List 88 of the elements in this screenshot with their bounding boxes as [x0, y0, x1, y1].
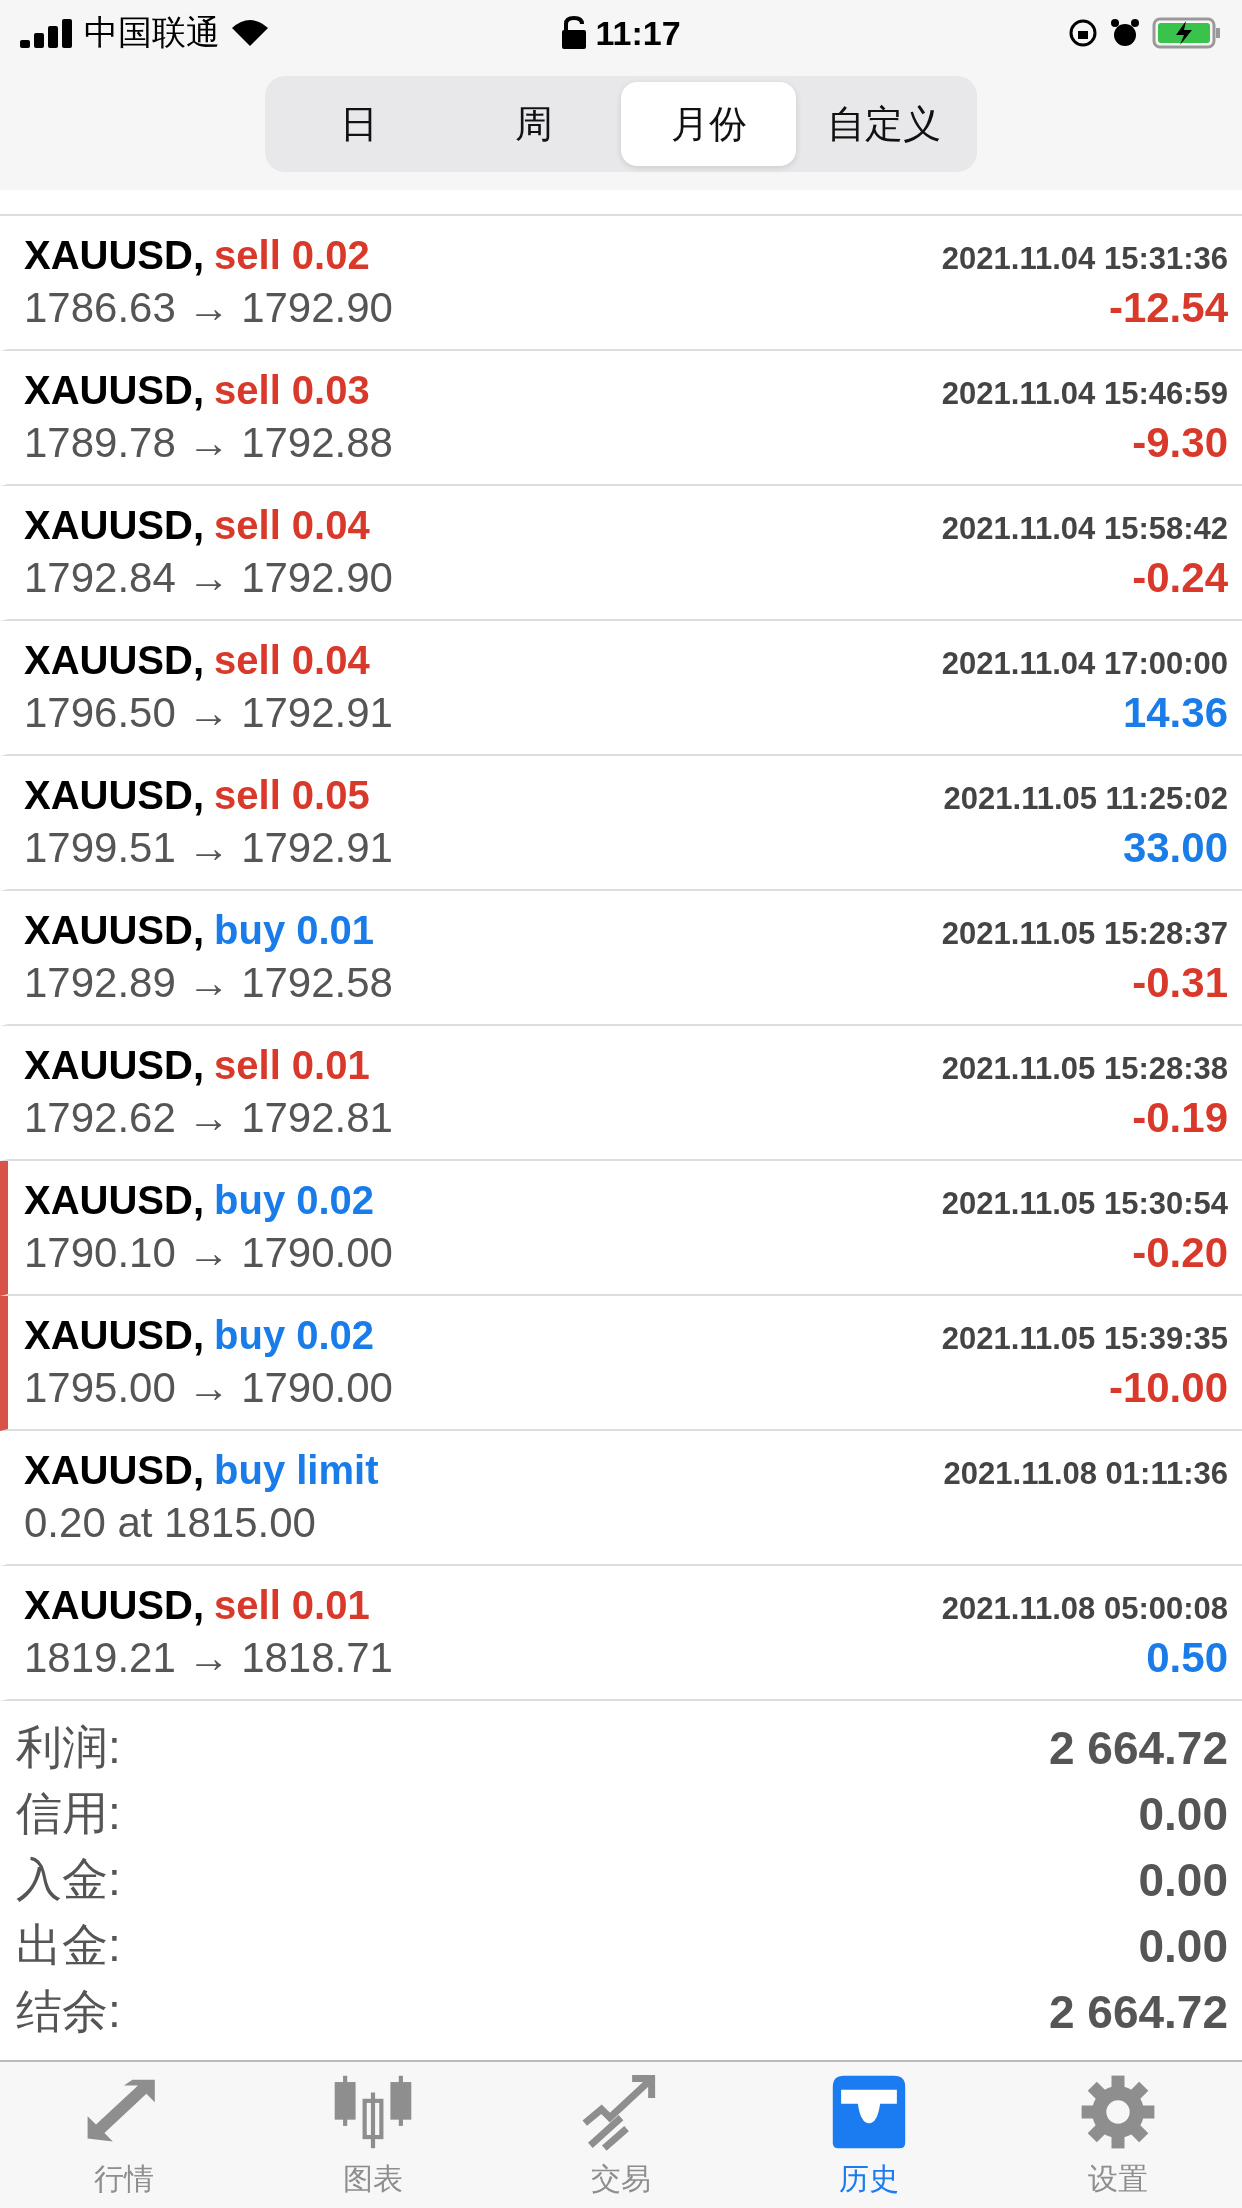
symbol-label: XAUUSD,	[24, 1583, 205, 1627]
deal-row[interactable]: XAUUSD, buy 0.01 2021.11.05 15:28:37 1792.89 → 1792.58 -0.31	[0, 891, 1242, 1026]
symbol-label: XAUUSD,	[24, 503, 205, 547]
battery-icon	[1152, 17, 1222, 49]
deal-time: 2021.11.05 15:28:37	[941, 916, 1228, 952]
deal-time: 2021.11.05 15:39:35	[941, 1321, 1228, 1357]
symbol-label: XAUUSD,	[24, 773, 205, 817]
profit-value: -0.19	[1132, 1094, 1228, 1142]
wifi-icon	[230, 18, 270, 48]
order-type: sell 0.03	[214, 368, 370, 412]
deal-time: 2021.11.05 15:28:38	[941, 1051, 1228, 1087]
price-label: 1796.50 → 1792.91	[24, 689, 393, 737]
profit-value: -10.00	[1108, 1364, 1228, 1412]
order-type: sell 0.02	[214, 233, 370, 277]
order-type: sell 0.01	[214, 1583, 370, 1627]
symbol-label: XAUUSD,	[24, 368, 205, 412]
symbol-label: XAUUSD,	[24, 1448, 205, 1492]
order-type: sell 0.01	[214, 1043, 370, 1087]
symbol-label: XAUUSD,	[24, 233, 205, 277]
symbol-label: XAUUSD,	[24, 1178, 205, 1222]
deal-row[interactable]: XAUUSD, sell 0.04 2021.11.04 15:58:42 1792.84 → 1792.90 -0.24	[0, 486, 1242, 621]
symbol-label: XAUUSD,	[24, 638, 205, 682]
summary-value: 0.00	[1138, 1919, 1228, 1973]
summary-label: 利润:	[16, 1720, 121, 1775]
profit-value: -0.31	[1132, 959, 1228, 1007]
price-label: 0.20 at 1815.00	[24, 1499, 316, 1547]
order-type: buy 0.02	[214, 1178, 375, 1222]
summary-value: 2 664.72	[1048, 1985, 1228, 2039]
price-label: 1789.78 → 1792.88	[24, 419, 393, 467]
deal-time: 2021.11.08 05:00:08	[941, 1591, 1228, 1627]
summary-label: 结余:	[16, 1984, 121, 2039]
summary-value: 0.00	[1138, 1787, 1228, 1841]
period-tab[interactable]: 日	[271, 82, 446, 166]
price-label: 1799.51 → 1792.91	[24, 824, 393, 872]
deal-row[interactable]: XAUUSD, sell 0.01 2021.11.05 15:28:38 1792.62 → 1792.81 -0.19	[0, 1026, 1242, 1161]
order-type: buy 0.02	[214, 1313, 375, 1357]
deal-time: 2021.11.04 15:58:42	[941, 511, 1228, 547]
order-type: sell 0.04	[214, 638, 370, 682]
order-type: buy limit	[214, 1448, 379, 1492]
price-label: 1792.84 → 1792.90	[24, 554, 393, 602]
deal-row[interactable]: XAUUSD, sell 0.03 2021.11.04 15:46:59 1789.78 → 1792.88 -9.30	[0, 351, 1242, 486]
deal-time: 2021.11.04 15:31:36	[941, 241, 1228, 277]
profit-value: -0.20	[1132, 1229, 1228, 1277]
period-tab[interactable]: 月份	[621, 82, 796, 166]
alarm-icon	[1110, 18, 1140, 48]
deal-time: 2021.11.08 01:11:36	[943, 1456, 1228, 1492]
symbol-label: XAUUSD,	[24, 908, 205, 952]
profit-value: -0.24	[1132, 554, 1228, 602]
signal-icon	[20, 18, 74, 48]
summary-label: 入金:	[16, 1852, 121, 1907]
profit-value: 33.00	[1122, 824, 1228, 872]
deal-time: 2021.11.05 11:25:02	[943, 781, 1228, 817]
order-type: sell 0.05	[214, 773, 370, 817]
symbol-label: XAUUSD,	[24, 1043, 205, 1087]
deal-row[interactable]: XAUUSD, sell 0.05 2021.11.05 11:25:02 1799.51 → 1792.91 33.00	[0, 756, 1242, 891]
profit-value: 14.36	[1122, 689, 1228, 737]
deal-time: 2021.11.04 17:00:00	[941, 646, 1228, 682]
deal-row[interactable]: XAUUSD, buy limit 2021.11.08 01:11:36 0.20 at 1815.00	[0, 1431, 1242, 1566]
clock-time: 11:17	[595, 13, 681, 53]
profit-value: 0.50	[1146, 1634, 1228, 1682]
rotation-lock-icon	[1068, 18, 1098, 48]
carrier-name: 中国联通	[84, 12, 220, 53]
summary-label: 出金:	[16, 1918, 121, 1973]
deal-time: 2021.11.04 15:46:59	[941, 376, 1228, 412]
deal-row[interactable]: XAUUSD, buy 0.02 2021.11.05 15:39:35 1795.00 → 1790.00 -10.00	[0, 1296, 1242, 1431]
order-type: sell 0.04	[214, 503, 370, 547]
price-label: 1786.63 → 1792.90	[24, 284, 393, 332]
profit-value: -12.54	[1108, 284, 1228, 332]
price-label: 1819.21 → 1818.71	[24, 1634, 393, 1682]
deal-row[interactable]: XAUUSD, sell 0.04 2021.11.04 17:00:00 1796.50 → 1792.91 14.36	[0, 621, 1242, 756]
profit-value: -9.30	[1132, 419, 1228, 467]
deal-row[interactable]: XAUUSD, sell 0.02 2021.11.04 15:31:36 1786.63 → 1792.90 -12.54	[0, 216, 1242, 351]
summary-value: 2 664.72	[1048, 1721, 1228, 1775]
deal-row[interactable]: XAUUSD, buy 0.02 2021.11.05 15:30:54 1790.10 → 1790.00 -0.20	[0, 1161, 1242, 1296]
price-label: 1792.89 → 1792.58	[24, 959, 393, 1007]
period-tab[interactable]: 周	[446, 82, 621, 166]
deal-time: 2021.11.05 15:30:54	[941, 1186, 1228, 1222]
price-label: 1795.00 → 1790.00	[24, 1364, 393, 1412]
summary-value: 0.00	[1138, 1853, 1228, 1907]
price-label: 1790.10 → 1790.00	[24, 1229, 393, 1277]
summary-label: 信用:	[16, 1786, 121, 1841]
price-label: 1792.62 → 1792.81	[24, 1094, 393, 1142]
deal-row[interactable]: XAUUSD, sell 0.01 2021.11.08 05:00:08 1819.21 → 1818.71 0.50	[0, 1566, 1242, 1701]
period-tab[interactable]: 自定义	[796, 82, 971, 166]
order-type: buy 0.01	[214, 908, 375, 952]
symbol-label: XAUUSD,	[24, 1313, 205, 1357]
tab-bar-item[interactable]: 历史	[745, 2062, 994, 2208]
lock-icon	[561, 16, 588, 50]
